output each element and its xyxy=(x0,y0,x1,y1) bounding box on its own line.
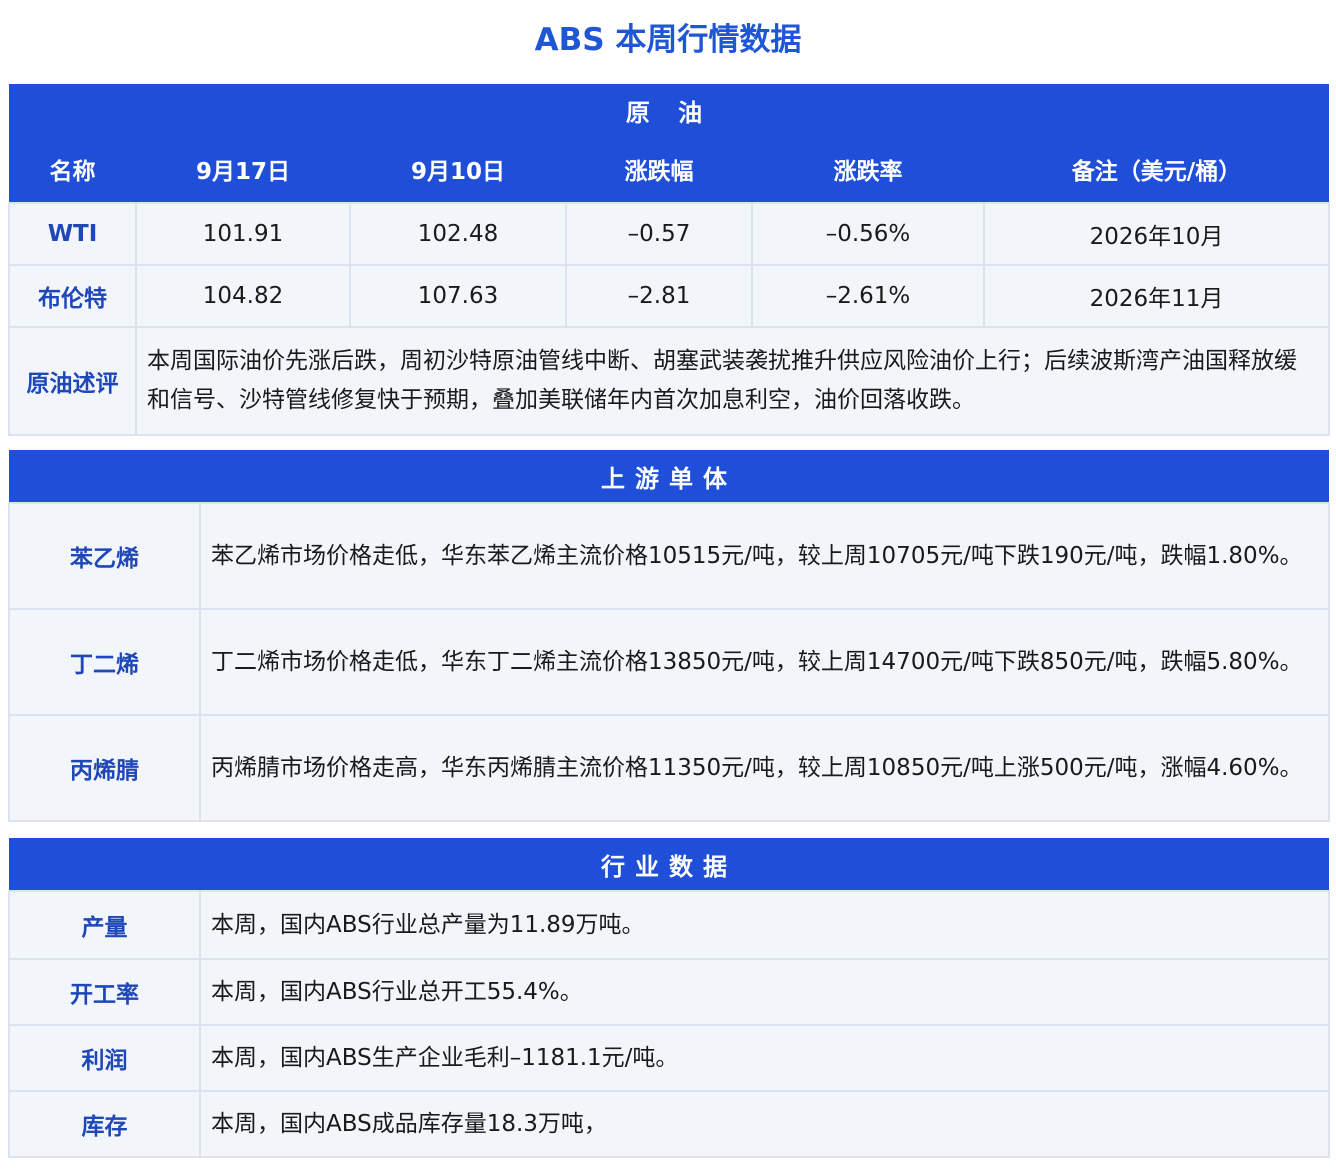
column-header-current-date: 9月17日 xyxy=(136,136,350,203)
row-text-butadiene: 丁二烯市场价格走低，华东丁二烯主流价格13850元/吨，较上周14700元/吨下… xyxy=(199,608,1330,716)
industry-table: 行业数据 产量 本周，国内ABS行业总产量为11.89万吨。 开工率 本周，国内… xyxy=(8,838,1330,1158)
row-label-operating-rate: 开工率 xyxy=(8,958,201,1026)
row-label-output: 产量 xyxy=(8,890,201,960)
row-text-inventory: 本周，国内ABS成品库存量18.3万吨， xyxy=(199,1090,1330,1158)
cell-change-rate: –2.61% xyxy=(751,264,985,328)
row-text-output: 本周，国内ABS行业总产量为11.89万吨。 xyxy=(199,890,1330,960)
cell-note: 2026年11月 xyxy=(982,264,1331,328)
industry-section-header: 行业数据 xyxy=(9,838,1329,891)
crude-column-header-row: 名称 9月17日 9月10日 涨跌幅 涨跌率 备注（美元/桶） xyxy=(9,136,1330,203)
row-label-wti: WTI xyxy=(8,202,137,266)
industry-section-title: 行业数据 xyxy=(9,838,1329,891)
table-row: 开工率 本周，国内ABS行业总开工55.4%。 xyxy=(8,958,1330,1026)
row-text-acrylonitrile: 丙烯腈市场价格走高，华东丙烯腈主流价格11350元/吨，较上周10850元/吨上… xyxy=(199,714,1330,822)
cell-change: –2.81 xyxy=(565,264,753,328)
upstream-section-title: 上游单体 xyxy=(9,450,1329,503)
table-row: 库存 本周，国内ABS成品库存量18.3万吨， xyxy=(8,1090,1330,1158)
row-label-brent: 布伦特 xyxy=(8,264,137,328)
crude-comment-label: 原油述评 xyxy=(8,326,137,436)
row-text-operating-rate: 本周，国内ABS行业总开工55.4%。 xyxy=(199,958,1330,1026)
upstream-table: 上游单体 苯乙烯 苯乙烯市场价格走低，华东苯乙烯主流价格10515元/吨，较上周… xyxy=(8,450,1330,822)
column-header-name: 名称 xyxy=(9,136,136,203)
crude-comment-text: 本周国际油价先涨后跌，周初沙特原油管线中断、胡塞武装袭扰推升供应风险油价上行；后… xyxy=(134,326,1331,436)
table-row: 丙烯腈 丙烯腈市场价格走高，华东丙烯腈主流价格11350元/吨，较上周10850… xyxy=(8,714,1330,822)
table-row: 布伦特 104.82 107.63 –2.81 –2.61% 2026年11月 xyxy=(8,264,1331,328)
crude-section-title: 原 油 xyxy=(9,84,1330,136)
cell-current: 104.82 xyxy=(135,264,351,328)
row-label-profit: 利润 xyxy=(8,1024,201,1092)
table-row: 利润 本周，国内ABS生产企业毛利–1181.1元/吨。 xyxy=(8,1024,1330,1092)
row-label-styrene: 苯乙烯 xyxy=(8,502,201,610)
row-label-butadiene: 丁二烯 xyxy=(8,608,201,716)
column-header-change: 涨跌幅 xyxy=(566,136,752,203)
page-title: ABS 本周行情数据 xyxy=(534,22,802,58)
row-text-styrene: 苯乙烯市场价格走低，华东苯乙烯主流价格10515元/吨，较上周10705元/吨下… xyxy=(199,502,1330,610)
column-header-previous-date: 9月10日 xyxy=(350,136,566,203)
crude-section-header: 原 油 xyxy=(9,84,1330,136)
row-label-inventory: 库存 xyxy=(8,1090,201,1158)
cell-note: 2026年10月 xyxy=(982,202,1331,266)
table-row: 苯乙烯 苯乙烯市场价格走低，华东苯乙烯主流价格10515元/吨，较上周10705… xyxy=(8,502,1330,610)
cell-change: –0.57 xyxy=(565,202,753,266)
cell-previous: 102.48 xyxy=(349,202,567,266)
row-label-acrylonitrile: 丙烯腈 xyxy=(8,714,201,822)
row-text-profit: 本周，国内ABS生产企业毛利–1181.1元/吨。 xyxy=(199,1024,1330,1092)
upstream-section-header: 上游单体 xyxy=(9,450,1329,503)
cell-current: 101.91 xyxy=(135,202,351,266)
table-row: 产量 本周，国内ABS行业总产量为11.89万吨。 xyxy=(8,890,1330,960)
table-row: WTI 101.91 102.48 –0.57 –0.56% 2026年10月 xyxy=(8,202,1331,266)
column-header-change-rate: 涨跌率 xyxy=(752,136,984,203)
column-header-note: 备注（美元/桶） xyxy=(984,136,1330,203)
crude-oil-table: 原 油 名称 9月17日 9月10日 涨跌幅 涨跌率 备注（美元/桶） WTI … xyxy=(8,84,1331,436)
cell-change-rate: –0.56% xyxy=(751,202,985,266)
cell-previous: 107.63 xyxy=(349,264,567,328)
table-row: 原油述评 本周国际油价先涨后跌，周初沙特原油管线中断、胡塞武装袭扰推升供应风险油… xyxy=(8,326,1331,436)
table-row: 丁二烯 丁二烯市场价格走低，华东丁二烯主流价格13850元/吨，较上周14700… xyxy=(8,608,1330,716)
